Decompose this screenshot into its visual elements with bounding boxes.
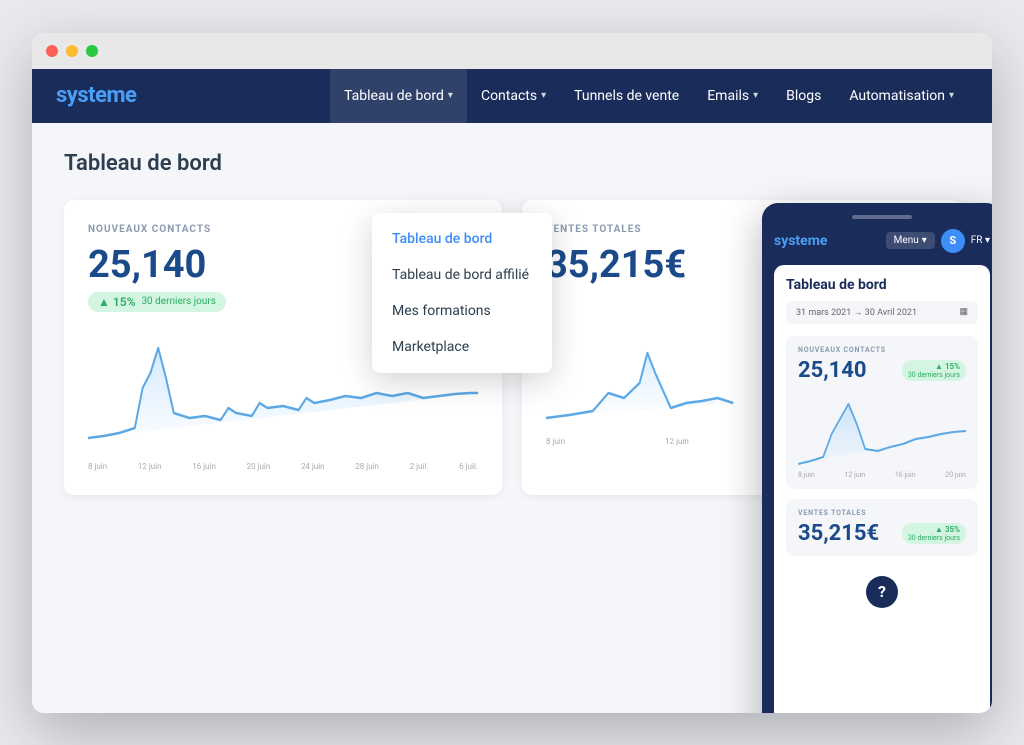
- mobile-avatar: S: [941, 229, 965, 253]
- nav-logo[interactable]: systeme: [56, 83, 136, 108]
- nav-item-tunnels[interactable]: Tunnels de vente: [560, 69, 693, 123]
- nav-item-contacts[interactable]: Contacts ▾: [467, 69, 560, 123]
- mobile-stat-card-contacts: NOUVEAUX CONTACTS 25,140 ▲ 15% 30 dernie…: [786, 336, 978, 489]
- page-title: Tableau de bord: [64, 151, 960, 176]
- chevron-down-icon: ▾: [985, 235, 990, 246]
- mobile-stat-label-ventes: VENTES TOTALES: [798, 509, 966, 517]
- close-button[interactable]: [46, 45, 58, 57]
- chevron-down-icon: ▾: [922, 235, 927, 246]
- nav-item-tableau[interactable]: Tableau de bord ▾: [330, 69, 467, 123]
- maximize-button[interactable]: [86, 45, 98, 57]
- chevron-down-icon: ▾: [949, 90, 954, 101]
- nav-item-automatisation[interactable]: Automatisation ▾: [835, 69, 968, 123]
- mobile-nav-right: Menu ▾ S FR ▾: [886, 229, 990, 253]
- dropdown-item-affilie[interactable]: Tableau de bord affilié: [372, 257, 552, 293]
- chevron-down-icon: ▾: [541, 90, 546, 101]
- nav-item-emails[interactable]: Emails ▾: [693, 69, 772, 123]
- mobile-stat-badge-ventes: ▲ 35% 30 derniers jours: [902, 523, 966, 544]
- dropdown-item-marketplace[interactable]: Marketplace: [372, 329, 552, 365]
- mobile-stat-card-ventes: VENTES TOTALES 35,215€ ▲ 35% 30 derniers…: [786, 499, 978, 556]
- browser-titlebar: [32, 33, 992, 69]
- mobile-content: Tableau de bord 31 mars 2021 → 30 Avril …: [774, 265, 990, 713]
- minimize-button[interactable]: [66, 45, 78, 57]
- mobile-chart-contacts: [798, 389, 966, 469]
- dropdown-menu: Tableau de bord Tableau de bord affilié …: [372, 213, 552, 373]
- calendar-icon: ▦: [959, 307, 968, 317]
- chevron-down-icon: ▾: [448, 90, 453, 101]
- help-button[interactable]: ?: [866, 576, 898, 608]
- dropdown-item-formations[interactable]: Mes formations: [372, 293, 552, 329]
- chevron-down-icon: ▾: [753, 90, 758, 101]
- mobile-nav: systeme Menu ▾ S FR ▾: [774, 229, 990, 253]
- app-nav: systeme Tableau de bord ▾ Contacts ▾ Tun…: [32, 69, 992, 123]
- stat-badge-contacts: ▲ 15% 30 derniers jours: [88, 292, 226, 312]
- mobile-stat-badge-contacts: ▲ 15% 30 derniers jours: [902, 360, 966, 381]
- mobile-stat-value-ventes: 35,215€: [798, 521, 879, 546]
- mobile-logo: systeme: [774, 233, 827, 249]
- mobile-stat-label-contacts: NOUVEAUX CONTACTS: [798, 346, 966, 354]
- mobile-menu-button[interactable]: Menu ▾: [886, 232, 935, 249]
- browser-window: systeme Tableau de bord ▾ Contacts ▾ Tun…: [32, 33, 992, 713]
- mobile-lang: FR ▾: [971, 235, 990, 246]
- chart-labels: 8 juin 12 juin 16 juin 20 juin 24 juin 2…: [88, 462, 478, 471]
- nav-items: Tableau de bord ▾ Contacts ▾ Tunnels de …: [168, 69, 968, 123]
- mobile-notch: [852, 215, 912, 219]
- mobile-stat-value-contacts: 25,140: [798, 358, 867, 383]
- dropdown-item-tableau[interactable]: Tableau de bord: [372, 221, 552, 257]
- nav-item-blogs[interactable]: Blogs: [772, 69, 835, 123]
- mobile-page-title: Tableau de bord: [786, 277, 978, 293]
- mobile-preview: systeme Menu ▾ S FR ▾ Tableau de bord: [762, 203, 992, 713]
- mobile-date-range[interactable]: 31 mars 2021 → 30 Avril 2021 ▦: [786, 301, 978, 324]
- main-content: Tableau de bord Tableau de bord Tableau …: [32, 123, 992, 713]
